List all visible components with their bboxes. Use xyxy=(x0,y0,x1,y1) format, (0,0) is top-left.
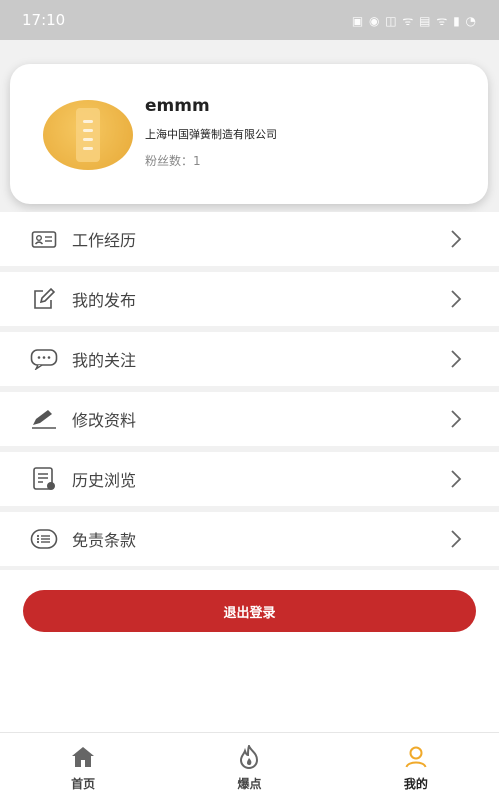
chevron-right-icon xyxy=(445,408,467,430)
menu-item-label: 免责条款 xyxy=(72,531,137,550)
avatar[interactable] xyxy=(43,100,133,170)
chevron-right-icon xyxy=(445,228,467,250)
flame-icon xyxy=(237,744,261,769)
menu-item-label: 工作经历 xyxy=(72,231,137,250)
tab-hot[interactable]: 爆点 xyxy=(166,733,332,799)
document-history-icon xyxy=(30,465,58,493)
chat-bubble-icon xyxy=(30,345,58,373)
home-icon xyxy=(71,745,95,769)
menu-item-disclaimer[interactable]: 免责条款 xyxy=(0,512,499,566)
list-icon xyxy=(30,525,58,553)
avatar-logo xyxy=(76,108,100,162)
chevron-right-icon xyxy=(445,288,467,310)
menu-item-label: 历史浏览 xyxy=(72,471,137,490)
menu-item-label: 我的发布 xyxy=(72,291,137,310)
chevron-right-icon xyxy=(445,528,467,550)
tab-home[interactable]: 首页 xyxy=(0,733,166,799)
tab-label: 爆点 xyxy=(237,776,262,791)
menu-item-my-follows[interactable]: 我的关注 xyxy=(0,332,499,386)
status-icons: ▣ ◉ ◫ ᯤ ▤ ᯤ ▮ ◔ xyxy=(351,13,477,28)
id-card-icon xyxy=(30,225,58,253)
menu-item-work-experience[interactable]: 工作经历 xyxy=(0,212,499,266)
bottom-tab-bar: 首页 爆点 我的 xyxy=(0,732,499,799)
tab-label: 我的 xyxy=(403,776,428,791)
fans-count: 粉丝数：1 xyxy=(145,154,201,168)
username: emmm xyxy=(145,96,210,116)
status-bar: 17:10 ▣ ◉ ◫ ᯤ ▤ ᯤ ▮ ◔ xyxy=(0,0,499,40)
logout-button[interactable]: 退出登录 xyxy=(23,590,476,632)
company-name: 上海中国弹簧制造有限公司 xyxy=(145,128,277,141)
settings-menu: 工作经历 我的发布 我的关注 修改资料 历史浏览 免责条款 xyxy=(0,212,499,572)
logout-section: 退出登录 xyxy=(0,570,499,650)
empty-area xyxy=(0,650,499,732)
user-icon xyxy=(404,745,428,769)
menu-item-browsing-history[interactable]: 历史浏览 xyxy=(0,452,499,506)
chevron-right-icon xyxy=(445,468,467,490)
menu-item-my-posts[interactable]: 我的发布 xyxy=(0,272,499,326)
menu-item-edit-profile[interactable]: 修改资料 xyxy=(0,392,499,446)
edit-icon xyxy=(30,285,58,313)
profile-card[interactable]: emmm 上海中国弹簧制造有限公司 粉丝数：1 xyxy=(10,64,488,204)
tab-mine[interactable]: 我的 xyxy=(333,733,499,799)
menu-item-label: 修改资料 xyxy=(72,411,137,430)
pen-icon xyxy=(30,405,58,433)
status-time: 17:10 xyxy=(22,11,66,29)
chevron-right-icon xyxy=(445,348,467,370)
menu-item-label: 我的关注 xyxy=(72,351,137,370)
tab-label: 首页 xyxy=(71,776,96,791)
